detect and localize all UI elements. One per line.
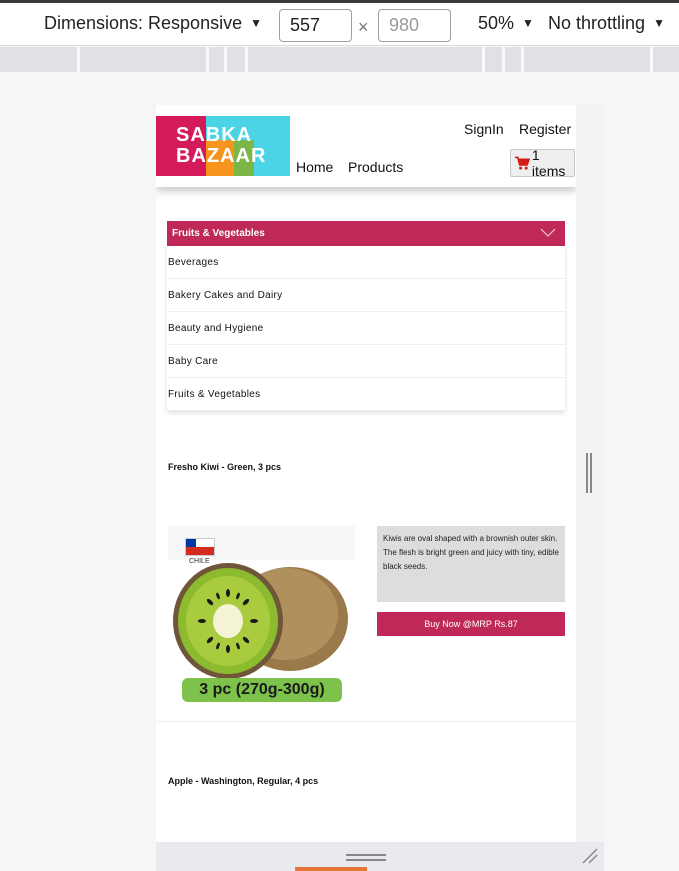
logo-line-1: SABKA [176,124,253,146]
category-selected-label: Fruits & Vegetables [172,228,265,239]
pack-size-label: 3 pc (270g-300g) [199,681,325,698]
width-input[interactable]: 557 [279,9,352,42]
category-list: Beverages Bakery Cakes and Dairy Beauty … [167,246,565,411]
product-title: Fresho Kiwi - Green, 3 pcs [168,462,282,472]
resize-handle-right[interactable] [586,453,592,493]
register-link[interactable]: Register [519,121,571,137]
ruler-divider [224,47,227,72]
zoom-dropdown[interactable]: 50% ▼ [478,13,534,34]
cart-button[interactable]: 1 items [510,147,575,179]
category-item-baby-care[interactable]: Baby Care [167,345,565,378]
category-item-fruits[interactable]: Fruits & Vegetables [167,378,565,411]
dimensions-dropdown[interactable]: Dimensions: Responsive ▼ [44,13,262,34]
zoom-label: 50% [478,13,515,33]
product-divider [156,721,576,722]
resize-corner-icon[interactable] [580,846,600,866]
device-viewport: SABKA BAZAAR Home Products SignIn Regist… [156,105,576,842]
ruler-divider [521,47,524,72]
throttling-dropdown[interactable]: No throttling ▼ [548,13,665,34]
category-item-beauty[interactable]: Beauty and Hygiene [167,312,565,345]
category-item-beverages[interactable]: Beverages [167,246,565,279]
resize-handle-bottom[interactable] [346,854,386,862]
caret-down-icon: ▼ [250,16,262,30]
cart-icon [515,156,530,170]
caret-down-icon: ▼ [653,16,665,30]
height-input[interactable]: 980 [378,9,451,42]
taskbar-indicator [295,867,367,871]
category-item-bakery[interactable]: Bakery Cakes and Dairy [167,279,565,312]
product-description: Kiwis are oval shaped with a brownish ou… [377,526,565,602]
logo-text: SABKA BAZAAR [176,125,266,167]
times-separator: × [358,17,369,37]
cart-count-label: 1 items [531,147,566,179]
product-title: Apple - Washington, Regular, 4 pcs [168,776,319,786]
buy-now-button[interactable]: Buy Now @MRP Rs.87 [377,612,565,636]
site-header: SABKA BAZAAR Home Products SignIn Regist… [156,105,576,187]
caret-down-icon: ▼ [522,16,534,30]
nav-products[interactable]: Products [348,159,403,175]
ruler-divider [77,47,80,72]
throttling-label: No throttling [548,13,646,33]
chevron-down-icon [540,228,556,237]
nav-home[interactable]: Home [296,159,333,175]
signin-link[interactable]: SignIn [464,121,504,137]
media-query-ruler[interactable] [0,47,679,72]
logo-line-2: BAZAAR [176,145,267,167]
sabka-bazaar-logo[interactable]: SABKA BAZAAR [156,116,290,176]
ruler-divider [206,47,209,72]
ruler-divider [650,47,653,72]
ruler-divider [502,47,505,72]
product-image[interactable]: CHILE 3 pc (270g-300g) [168,526,355,712]
ruler-divider [482,47,485,72]
ruler-divider [245,47,248,72]
devtools-device-toolbar: Dimensions: Responsive ▼ 557 × 980 50% ▼ N… [0,3,679,46]
category-dropdown[interactable]: Fruits & Vegetables [167,221,565,246]
dimensions-label: Dimensions: Responsive [44,13,243,33]
